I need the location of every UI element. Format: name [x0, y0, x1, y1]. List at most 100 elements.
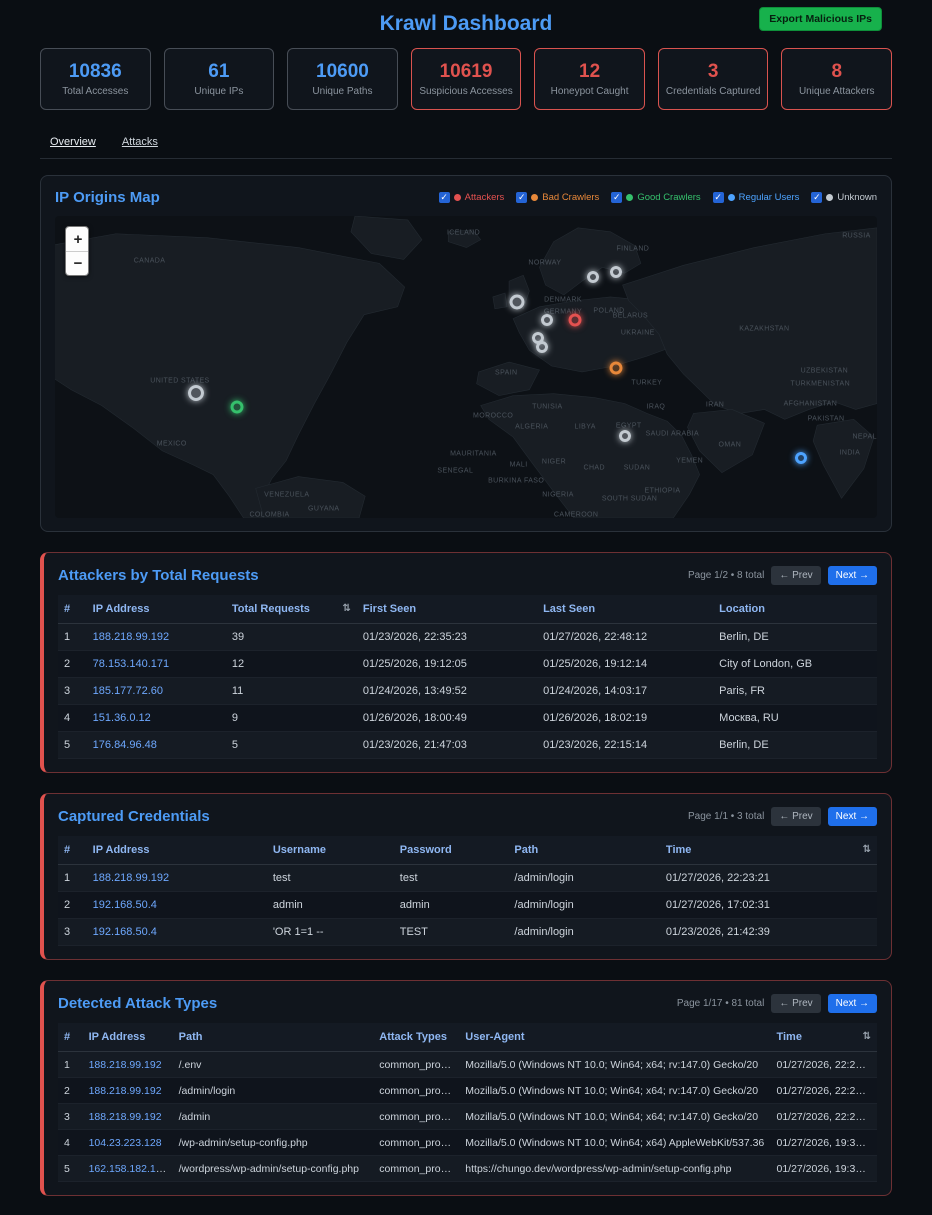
ip-address-link[interactable]: 188.218.99.192: [93, 631, 169, 643]
ip-address-link[interactable]: 162.158.182.104: [89, 1163, 168, 1175]
attack-types-section-header: Detected Attack Types Page 1/17 • 81 tot…: [58, 994, 877, 1013]
table-cell: 3: [58, 678, 87, 705]
table-cell: 78.153.140.171: [87, 651, 226, 678]
ip-address-link[interactable]: 188.218.99.192: [89, 1059, 162, 1071]
table-row: 1188.218.99.192/.envcommon_probesMozilla…: [58, 1052, 877, 1078]
map-marker-good_crawlers[interactable]: [231, 400, 244, 413]
column-header-: #: [58, 836, 87, 865]
legend-checkbox[interactable]: ✓: [811, 192, 822, 203]
map-country-label: LIBYA: [575, 424, 596, 431]
prev-page-button[interactable]: ← Prev: [771, 994, 820, 1013]
tab-overview[interactable]: Overview: [50, 136, 96, 148]
ip-address-link[interactable]: 104.23.223.128: [89, 1137, 162, 1149]
table-cell: 2: [58, 651, 87, 678]
map-marker-unknown[interactable]: [541, 314, 553, 326]
table-cell: /wordpress/wp-admin/setup-config.php: [173, 1156, 374, 1182]
next-page-button[interactable]: Next →: [828, 566, 877, 585]
table-cell: Москва, RU: [713, 705, 877, 732]
column-header-path: Path: [173, 1023, 374, 1052]
legend-dot: [728, 194, 735, 201]
map-title: IP Origins Map: [55, 189, 160, 206]
attackers-table: #IP AddressTotal Requests⇅First SeenLast…: [58, 595, 877, 759]
stat-label: Unique Paths: [312, 86, 372, 97]
map-country-label: TURKEY: [631, 379, 662, 386]
map-country-label: CAMEROON: [554, 511, 598, 518]
legend-checkbox[interactable]: ✓: [713, 192, 724, 203]
attackers-title: Attackers by Total Requests: [58, 567, 259, 584]
next-page-button[interactable]: Next →: [828, 994, 877, 1013]
legend-item-bad-crawlers[interactable]: ✓ Bad Crawlers: [516, 192, 599, 203]
sort-icon[interactable]: ⇅: [343, 603, 351, 614]
legend-item-unknown[interactable]: ✓Unknown: [811, 192, 877, 203]
attackers-section-header: Attackers by Total Requests Page 1/2 • 8…: [58, 566, 877, 585]
table-cell: /admin/login: [508, 865, 660, 892]
table-cell: 1: [58, 624, 87, 651]
table-cell: 01/26/2026, 18:00:49: [357, 705, 537, 732]
map-marker-regular_users[interactable]: [795, 452, 807, 464]
legend-item-regular-users[interactable]: ✓ Regular Users: [713, 192, 800, 203]
stat-value: 10619: [440, 61, 493, 83]
table-cell: 3: [58, 1104, 83, 1130]
map-country-label: VENEZUELA: [264, 492, 309, 499]
legend-item-good-crawlers[interactable]: ✓Good Crawlers: [611, 192, 700, 203]
legend-item-attackers[interactable]: ✓ Attackers: [439, 192, 505, 203]
map-country-label: AFGHANISTAN: [784, 400, 838, 407]
ip-address-link[interactable]: 151.36.0.12: [93, 712, 151, 724]
legend-label: Bad Crawlers: [542, 192, 599, 203]
sort-icon[interactable]: ⇅: [863, 844, 871, 855]
table-cell: 01/25/2026, 19:12:14: [537, 651, 713, 678]
map-marker-bad_crawlers[interactable]: [610, 361, 623, 374]
world-map[interactable]: CANADAICELANDRUSSIANORWAYFINLANDUNITED S…: [55, 216, 877, 518]
ip-address-link[interactable]: 78.153.140.171: [93, 658, 169, 670]
map-country-label: SUDAN: [624, 464, 651, 471]
stat-card-unique-attackers: 8Unique Attackers: [781, 48, 892, 110]
ip-address-link[interactable]: 192.168.50.4: [93, 899, 157, 911]
ip-address-link[interactable]: 185.177.72.60: [93, 685, 163, 697]
prev-page-button[interactable]: ← Prev: [771, 807, 820, 826]
next-page-button[interactable]: Next →: [828, 807, 877, 826]
ip-address-link[interactable]: 188.218.99.192: [89, 1111, 162, 1123]
table-cell: 5: [58, 1156, 83, 1182]
legend-checkbox[interactable]: ✓: [611, 192, 622, 203]
map-zoom-out-button[interactable]: −: [66, 251, 89, 275]
table-cell: 4: [58, 1130, 83, 1156]
export-malicious-ips-button[interactable]: Export Malicious IPs: [759, 7, 882, 31]
legend-checkbox[interactable]: ✓: [439, 192, 450, 203]
attack-types-title: Detected Attack Types: [58, 995, 217, 1012]
prev-page-button[interactable]: ← Prev: [771, 566, 820, 585]
map-marker-attackers[interactable]: [569, 313, 582, 326]
table-row: 3192.168.50.4'OR 1=1 --TEST/admin/login0…: [58, 919, 877, 946]
ip-address-link[interactable]: 188.218.99.192: [93, 872, 169, 884]
table-cell: admin: [394, 892, 509, 919]
column-header-total-requests[interactable]: Total Requests⇅: [226, 595, 357, 624]
table-cell: Berlin, DE: [713, 732, 877, 759]
map-country-label: COLOMBIA: [249, 511, 289, 518]
ip-address-link[interactable]: 192.168.50.4: [93, 926, 157, 938]
table-cell: common_probes: [373, 1104, 459, 1130]
legend-label: Regular Users: [739, 192, 800, 203]
map-country-label: UZBEKISTAN: [801, 367, 848, 374]
ip-address-link[interactable]: 188.218.99.192: [89, 1085, 162, 1097]
table-cell: common_probes: [373, 1156, 459, 1182]
attack-types-section: Detected Attack Types Page 1/17 • 81 tot…: [40, 980, 892, 1196]
map-marker-unknown[interactable]: [610, 266, 622, 278]
column-header-ip-address: IP Address: [87, 595, 226, 624]
column-header-time[interactable]: Time⇅: [770, 1023, 877, 1052]
sort-icon[interactable]: ⇅: [863, 1031, 871, 1042]
credentials-table: #IP AddressUsernamePasswordPathTime⇅1188…: [58, 836, 877, 946]
map-marker-unknown[interactable]: [619, 430, 631, 442]
legend-label: Attackers: [465, 192, 505, 203]
map-zoom-in-button[interactable]: +: [66, 227, 89, 251]
table-cell: https://chungo.dev/wordpress/wp-admin/se…: [459, 1156, 770, 1182]
tab-attacks[interactable]: Attacks: [122, 136, 158, 148]
map-country-label: TUNISIA: [532, 403, 562, 410]
column-header-time[interactable]: Time⇅: [660, 836, 877, 865]
legend-checkbox[interactable]: ✓: [516, 192, 527, 203]
table-cell: 5: [58, 732, 87, 759]
map-marker-unknown[interactable]: [509, 294, 524, 309]
map-marker-unknown[interactable]: [188, 385, 204, 401]
map-marker-unknown[interactable]: [587, 271, 599, 283]
ip-address-link[interactable]: 176.84.96.48: [93, 739, 157, 751]
map-marker-unknown[interactable]: [536, 341, 548, 353]
table-row: 4104.23.223.128/wp-admin/setup-config.ph…: [58, 1130, 877, 1156]
